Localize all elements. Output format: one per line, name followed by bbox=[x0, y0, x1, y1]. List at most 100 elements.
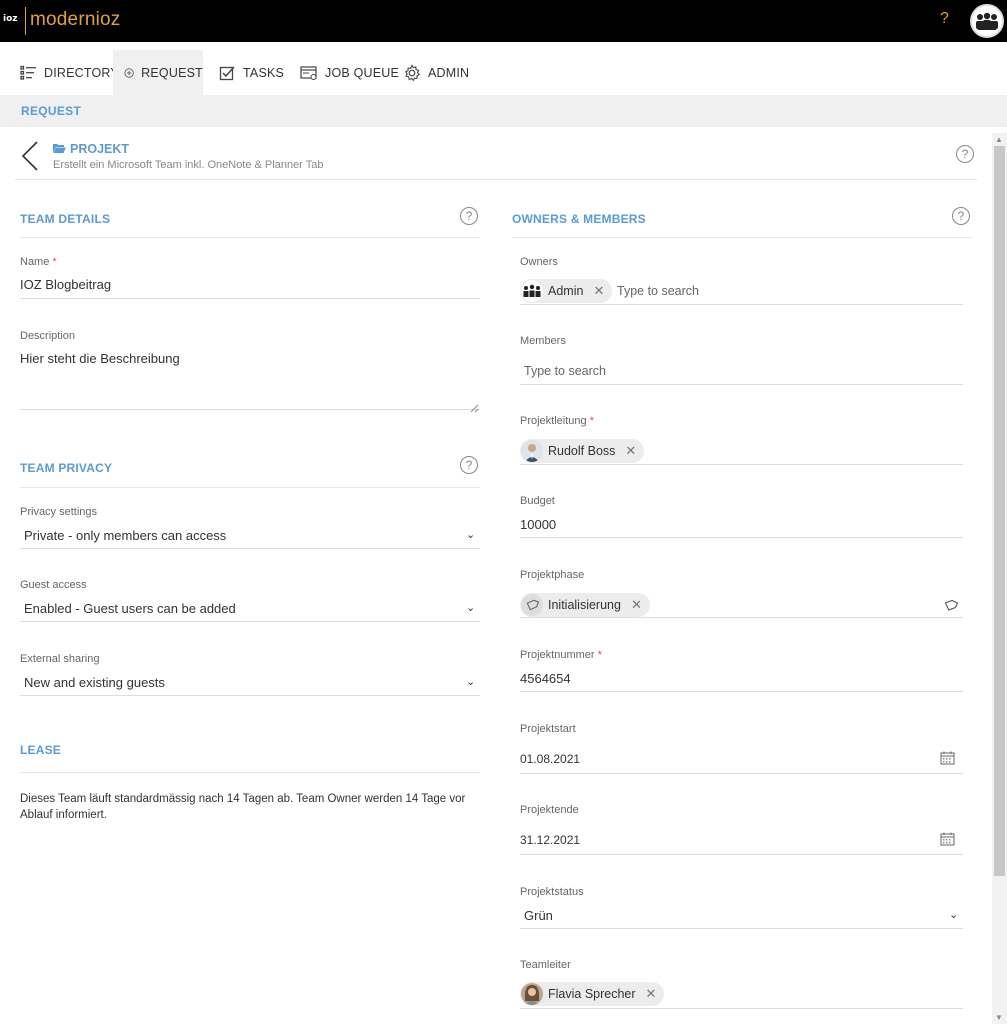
user-avatar[interactable] bbox=[970, 4, 1004, 38]
nav-tasks[interactable]: TASKS bbox=[219, 50, 284, 95]
scroll-up-arrow[interactable]: ▲ bbox=[995, 135, 1003, 144]
help-icon[interactable]: ? bbox=[460, 207, 478, 225]
request-band: REQUEST bbox=[0, 95, 1007, 127]
projektstart-date-field[interactable]: 01.08.2021 bbox=[520, 752, 580, 766]
teamleiter-label: Teamleiter bbox=[520, 959, 571, 971]
guest-access-select[interactable]: Enabled - Guest users can be added bbox=[24, 601, 236, 616]
scroll-down-arrow[interactable]: ▼ bbox=[995, 1013, 1003, 1022]
remove-icon[interactable]: ✕ bbox=[646, 986, 657, 1002]
teamleiter-chip[interactable]: Flavia Sprecher ✕ bbox=[520, 982, 665, 1006]
chevron-left-icon bbox=[21, 141, 38, 171]
calendar-icon[interactable] bbox=[940, 832, 955, 851]
divider bbox=[20, 487, 480, 488]
chip-label: Initialisierung bbox=[548, 598, 621, 612]
chevron-down-icon[interactable]: ⌄ bbox=[949, 908, 958, 921]
projektphase-label: Projektphase bbox=[520, 569, 585, 581]
calendar-icon[interactable] bbox=[940, 751, 955, 770]
nav-directory[interactable]: DIRECTORY bbox=[20, 50, 119, 95]
projektleitung-chip[interactable]: Rudolf Boss ✕ bbox=[520, 439, 645, 463]
privacy-settings-label: Privacy settings bbox=[20, 506, 98, 518]
nav-label: ADMIN bbox=[428, 65, 470, 80]
field-underline bbox=[520, 854, 963, 855]
section-title-lease: LEASE bbox=[20, 743, 62, 757]
members-search-input[interactable]: Type to search bbox=[524, 364, 606, 378]
projektende-label: Projektende bbox=[520, 804, 579, 816]
projektphase-chip[interactable]: Initialisierung ✕ bbox=[520, 593, 650, 617]
privacy-settings-select[interactable]: Private - only members can access bbox=[24, 528, 226, 543]
remove-icon[interactable]: ✕ bbox=[625, 443, 636, 459]
section-title-owners-members: OWNERS & MEMBERS bbox=[512, 212, 646, 226]
field-underline bbox=[520, 304, 963, 305]
projektende-date-field[interactable]: 31.12.2021 bbox=[520, 833, 580, 847]
scrollbar-thumb[interactable] bbox=[994, 146, 1005, 876]
owners-label: Owners bbox=[520, 256, 558, 268]
page-title: PROJEKT bbox=[53, 142, 129, 156]
ioz-logo: ioz bbox=[3, 14, 18, 24]
name-label: Name * bbox=[20, 256, 57, 268]
nav-admin[interactable]: ADMIN bbox=[403, 50, 469, 95]
tag-picker-icon[interactable] bbox=[943, 598, 959, 617]
nav-request[interactable]: REQUEST bbox=[113, 50, 203, 95]
field-underline bbox=[520, 537, 963, 538]
budget-label: Budget bbox=[520, 495, 555, 507]
field-underline bbox=[520, 617, 963, 618]
owner-chip[interactable]: Admin ✕ bbox=[520, 279, 613, 303]
remove-icon[interactable]: ✕ bbox=[593, 283, 604, 299]
chevron-down-icon[interactable]: ⌄ bbox=[466, 528, 475, 541]
queue-icon bbox=[300, 65, 317, 80]
budget-field[interactable]: 10000 bbox=[520, 517, 556, 532]
help-icon[interactable]: ? bbox=[956, 145, 974, 163]
checkbox-icon bbox=[219, 66, 235, 80]
list-icon bbox=[20, 65, 36, 80]
field-underline bbox=[20, 548, 480, 549]
resize-handle-icon[interactable] bbox=[470, 400, 479, 418]
field-underline bbox=[520, 928, 963, 929]
help-icon[interactable]: ? bbox=[940, 10, 949, 28]
projektnummer-field[interactable]: 4564654 bbox=[520, 671, 571, 686]
divider bbox=[20, 237, 480, 238]
nav-job-queue[interactable]: JOB QUEUE bbox=[300, 50, 399, 95]
lease-description: Dieses Team läuft standardmässig nach 14… bbox=[20, 793, 466, 821]
external-sharing-select[interactable]: New and existing guests bbox=[24, 675, 165, 690]
guest-access-label: Guest access bbox=[20, 579, 87, 591]
field-underline bbox=[520, 691, 963, 692]
projektstatus-select[interactable]: Grün bbox=[524, 908, 553, 923]
avatar bbox=[521, 983, 543, 1005]
avatar bbox=[521, 440, 543, 462]
field-underline bbox=[520, 384, 963, 385]
nav-label: TASKS bbox=[243, 65, 285, 80]
description-label: Description bbox=[20, 330, 76, 342]
description-field[interactable]: Hier steht die Beschreibung bbox=[20, 351, 180, 366]
help-icon[interactable]: ? bbox=[460, 456, 478, 474]
chip-label: Flavia Sprecher bbox=[548, 987, 636, 1001]
field-underline bbox=[20, 409, 480, 410]
projektnummer-label: Projektnummer * bbox=[520, 649, 602, 661]
nav-label: REQUEST bbox=[141, 65, 203, 80]
avatar bbox=[521, 280, 543, 302]
main-nav: DIRECTORY REQUEST TASKS JOB QUEUE ADMIN bbox=[0, 50, 1007, 95]
chevron-down-icon[interactable]: ⌄ bbox=[466, 675, 475, 688]
top-bar: ioz modernioz ? bbox=[0, 0, 1007, 42]
field-underline bbox=[520, 773, 963, 774]
gear-icon bbox=[404, 63, 421, 81]
back-button[interactable] bbox=[20, 140, 40, 177]
field-underline bbox=[20, 695, 480, 696]
chevron-down-icon[interactable]: ⌄ bbox=[466, 601, 475, 614]
chip-label: Admin bbox=[548, 284, 584, 298]
nav-label: DIRECTORY bbox=[44, 65, 119, 80]
logo-divider bbox=[25, 7, 26, 35]
remove-icon[interactable]: ✕ bbox=[631, 597, 642, 613]
folder-icon bbox=[53, 144, 66, 153]
section-title-team-privacy: TEAM PRIVACY bbox=[20, 461, 113, 475]
help-icon[interactable]: ? bbox=[952, 207, 970, 225]
owners-search-input[interactable]: Type to search bbox=[617, 284, 699, 298]
page-subtitle: Erstellt ein Microsoft Team inkl. OneNot… bbox=[53, 159, 324, 171]
projektstart-label: Projektstart bbox=[520, 723, 576, 735]
field-underline bbox=[20, 621, 480, 622]
name-field[interactable]: IOZ Blogbeitrag bbox=[20, 277, 111, 292]
chip-label: Rudolf Boss bbox=[548, 444, 616, 458]
divider bbox=[512, 237, 972, 238]
field-underline bbox=[520, 464, 963, 465]
app-name[interactable]: modernioz bbox=[30, 9, 121, 31]
nav-label: JOB QUEUE bbox=[325, 65, 400, 80]
